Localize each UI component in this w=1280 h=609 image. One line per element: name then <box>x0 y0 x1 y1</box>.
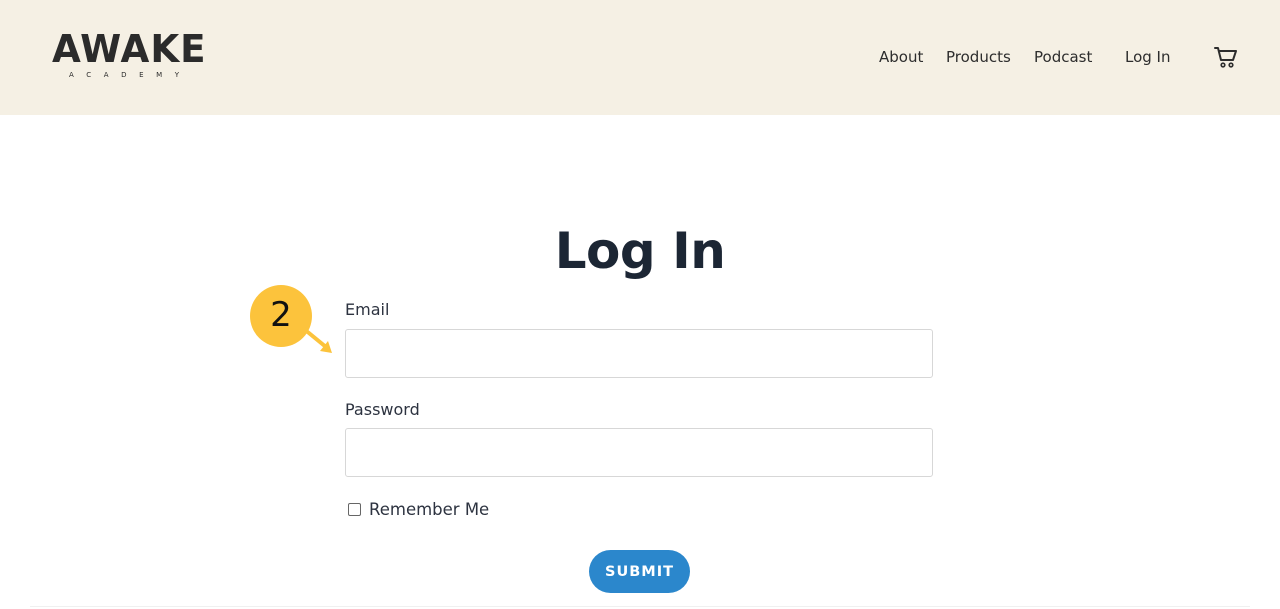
nav-link-podcast[interactable]: Podcast <box>1034 48 1092 66</box>
remember-me-label[interactable]: Remember Me <box>369 500 489 519</box>
nav-link-about[interactable]: About <box>879 48 923 66</box>
submit-button[interactable]: SUBMIT <box>589 550 690 593</box>
nav-link-products[interactable]: Products <box>946 48 1011 66</box>
footer-divider <box>30 606 1250 607</box>
shopping-cart-icon[interactable] <box>1213 45 1239 69</box>
site-header: AWAKE ACADEMY About Products Podcast Log… <box>0 0 1280 115</box>
logo-subtitle: ACADEMY <box>69 71 192 79</box>
email-field[interactable] <box>345 329 933 378</box>
password-field[interactable] <box>345 428 933 477</box>
remember-me-row: Remember Me <box>348 498 489 520</box>
email-label: Email <box>345 300 390 319</box>
pointer-arrow-icon <box>302 327 332 353</box>
password-label: Password <box>345 400 420 419</box>
remember-me-checkbox[interactable] <box>348 502 361 516</box>
nav-link-log-in[interactable]: Log In <box>1125 48 1171 66</box>
page-title: Log In <box>554 222 726 280</box>
main-nav: About Products Podcast Log In <box>0 48 1280 70</box>
